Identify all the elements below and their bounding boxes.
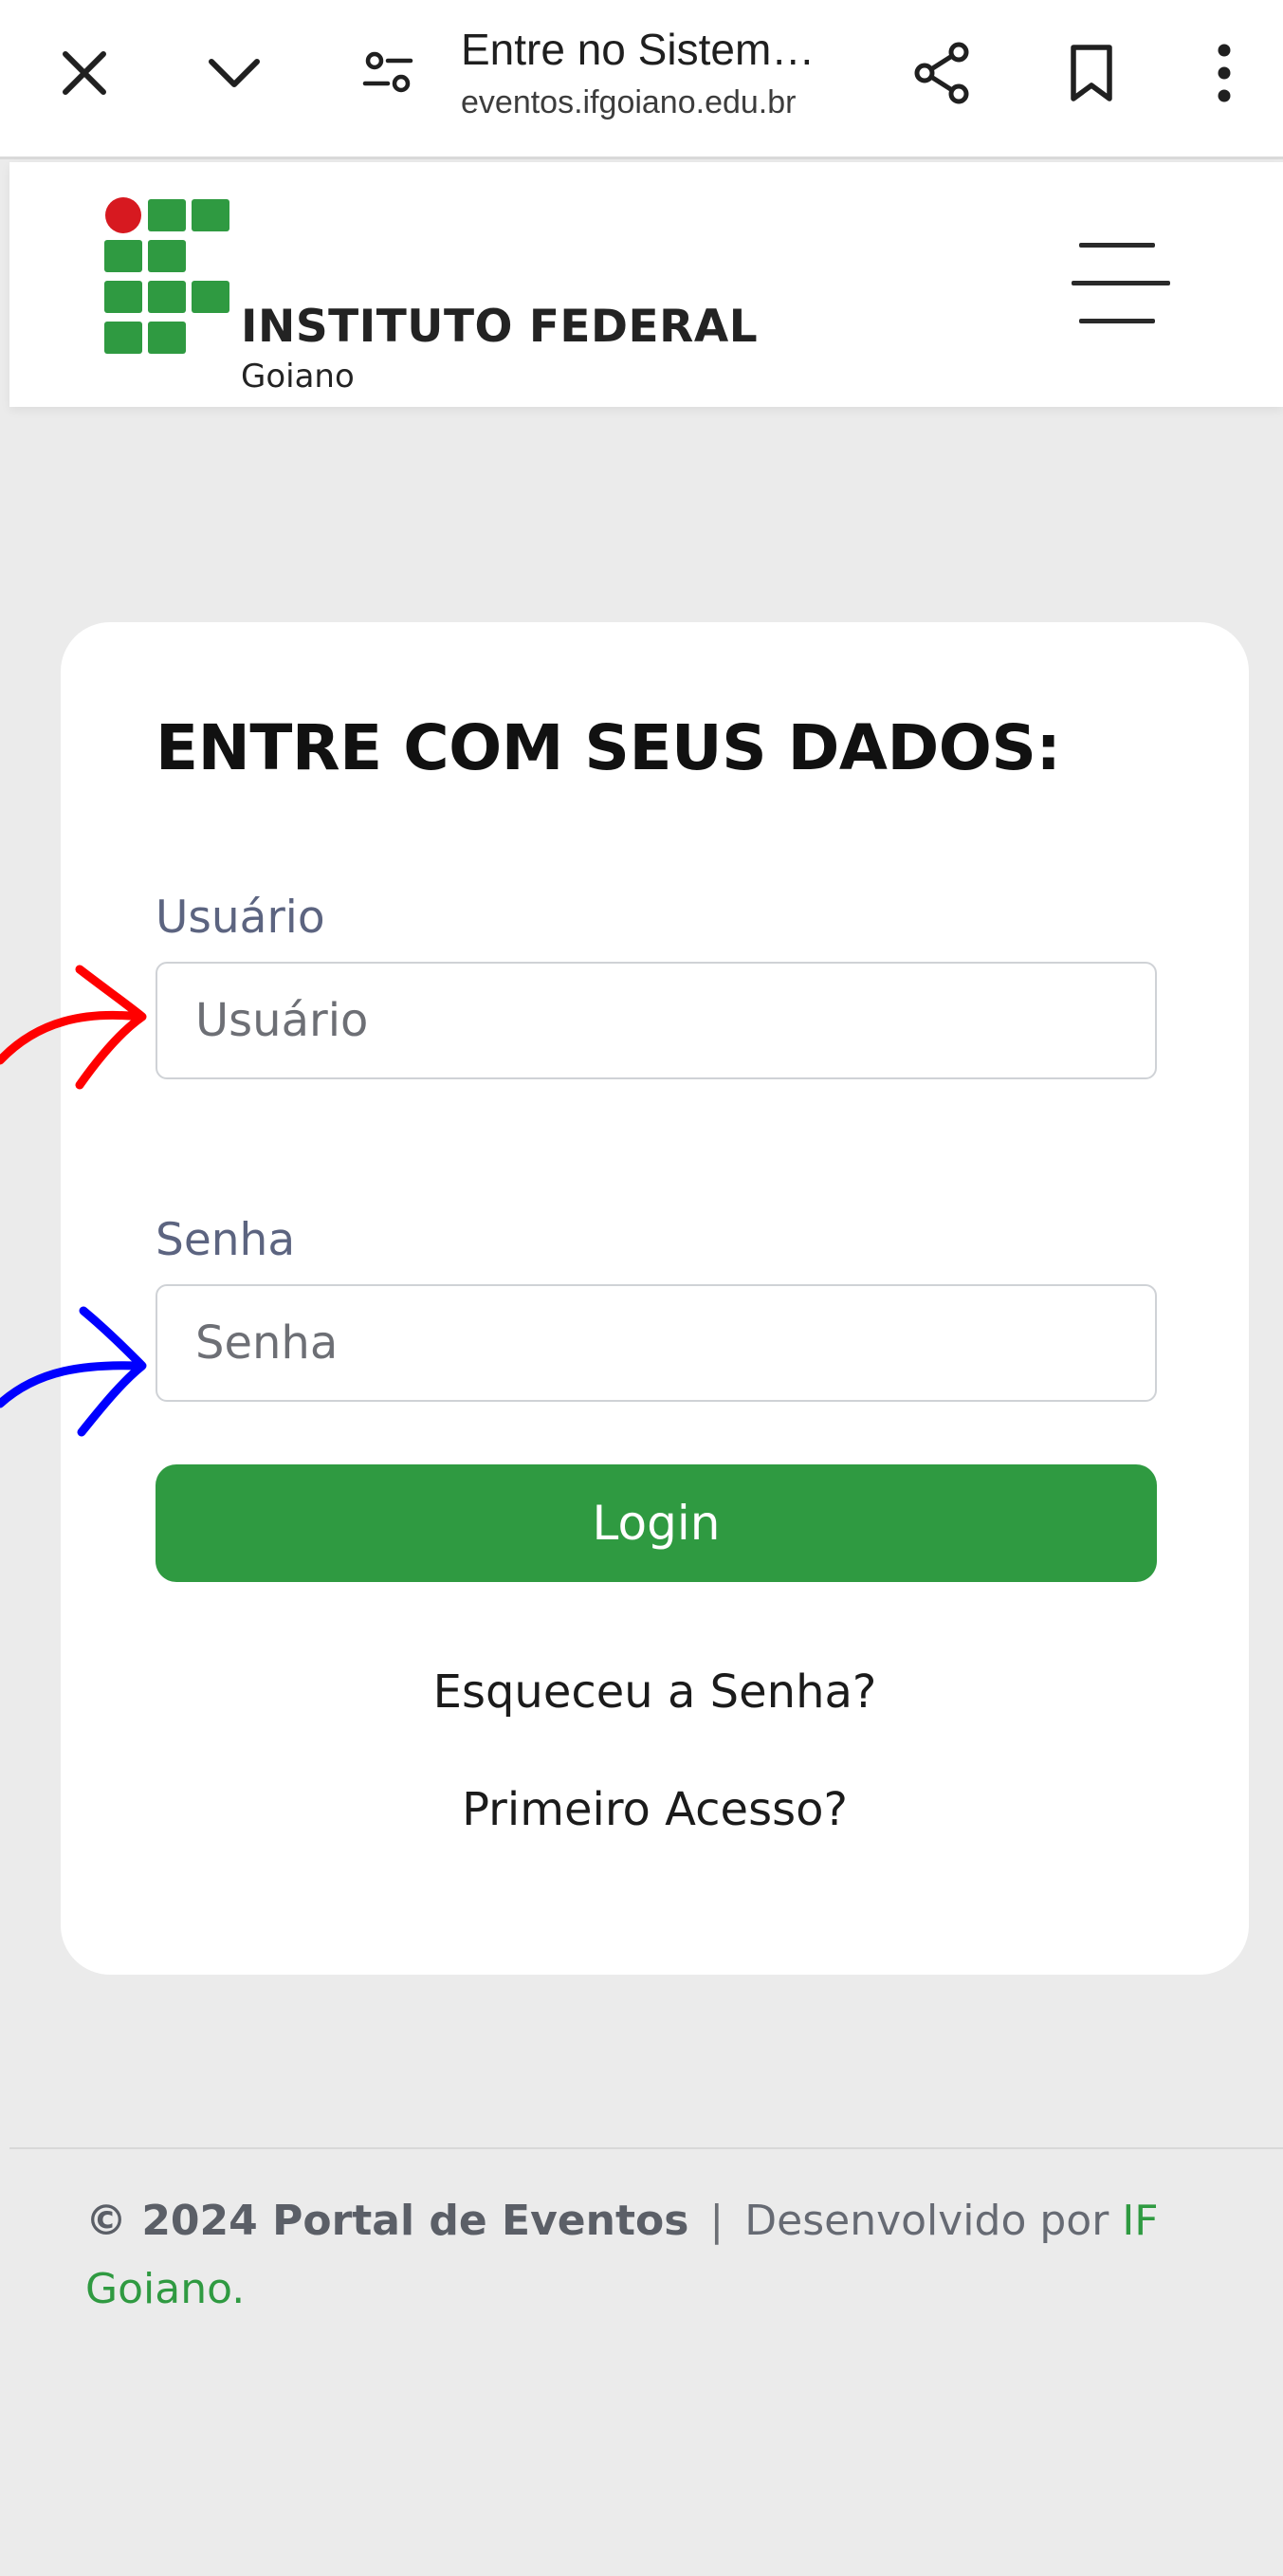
tune-icon[interactable]: [347, 32, 429, 114]
login-title: ENTRE COM SEUS DADOS:: [156, 711, 1061, 784]
footer-divider: [9, 2147, 1283, 2149]
logo-grid-icon: [104, 197, 229, 354]
page-url: eventos.ifgoiano.edu.br: [461, 84, 797, 120]
first-access-link[interactable]: Primeiro Acesso?: [61, 1783, 1249, 1836]
bookmark-icon[interactable]: [1051, 32, 1132, 114]
footer-period: .: [231, 2265, 246, 2313]
browser-toolbar: Entre no Sistem… eventos.ifgoiano.edu.br: [0, 0, 1283, 159]
share-icon[interactable]: [901, 32, 982, 114]
login-card: ENTRE COM SEUS DADOS: Usuário Senha Logi…: [61, 622, 1249, 1975]
login-button[interactable]: Login: [156, 1464, 1157, 1582]
footer-developed-by: Desenvolvido por: [744, 2197, 1109, 2245]
red-arrow-icon: [0, 965, 147, 1090]
logo-subtitle: Goiano: [241, 358, 355, 396]
password-label: Senha: [156, 1214, 296, 1266]
blue-arrow-icon: [0, 1306, 147, 1437]
username-label: Usuário: [156, 892, 325, 944]
hamburger-menu-icon[interactable]: [1072, 243, 1178, 326]
more-vert-icon[interactable]: [1183, 32, 1265, 114]
forgot-password-link[interactable]: Esqueceu a Senha?: [61, 1665, 1249, 1719]
page-address[interactable]: Entre no Sistem… eventos.ifgoiano.edu.br: [461, 23, 859, 125]
username-input[interactable]: [156, 962, 1157, 1079]
page-title: Entre no Sistem…: [461, 25, 816, 74]
footer-separator: |: [709, 2197, 724, 2245]
logo-title: INSTITUTO FEDERAL: [241, 301, 759, 353]
chevron-down-icon[interactable]: [193, 32, 275, 114]
institute-logo[interactable]: INSTITUTO FEDERAL Goiano: [104, 196, 768, 396]
password-input[interactable]: [156, 1284, 1157, 1402]
footer: © 2024 Portal de Eventos | Desenvolvido po…: [85, 2187, 1204, 2324]
close-icon[interactable]: [44, 32, 125, 114]
footer-copyright: © 2024 Portal de Eventos: [85, 2197, 689, 2245]
site-header: INSTITUTO FEDERAL Goiano: [9, 162, 1283, 407]
